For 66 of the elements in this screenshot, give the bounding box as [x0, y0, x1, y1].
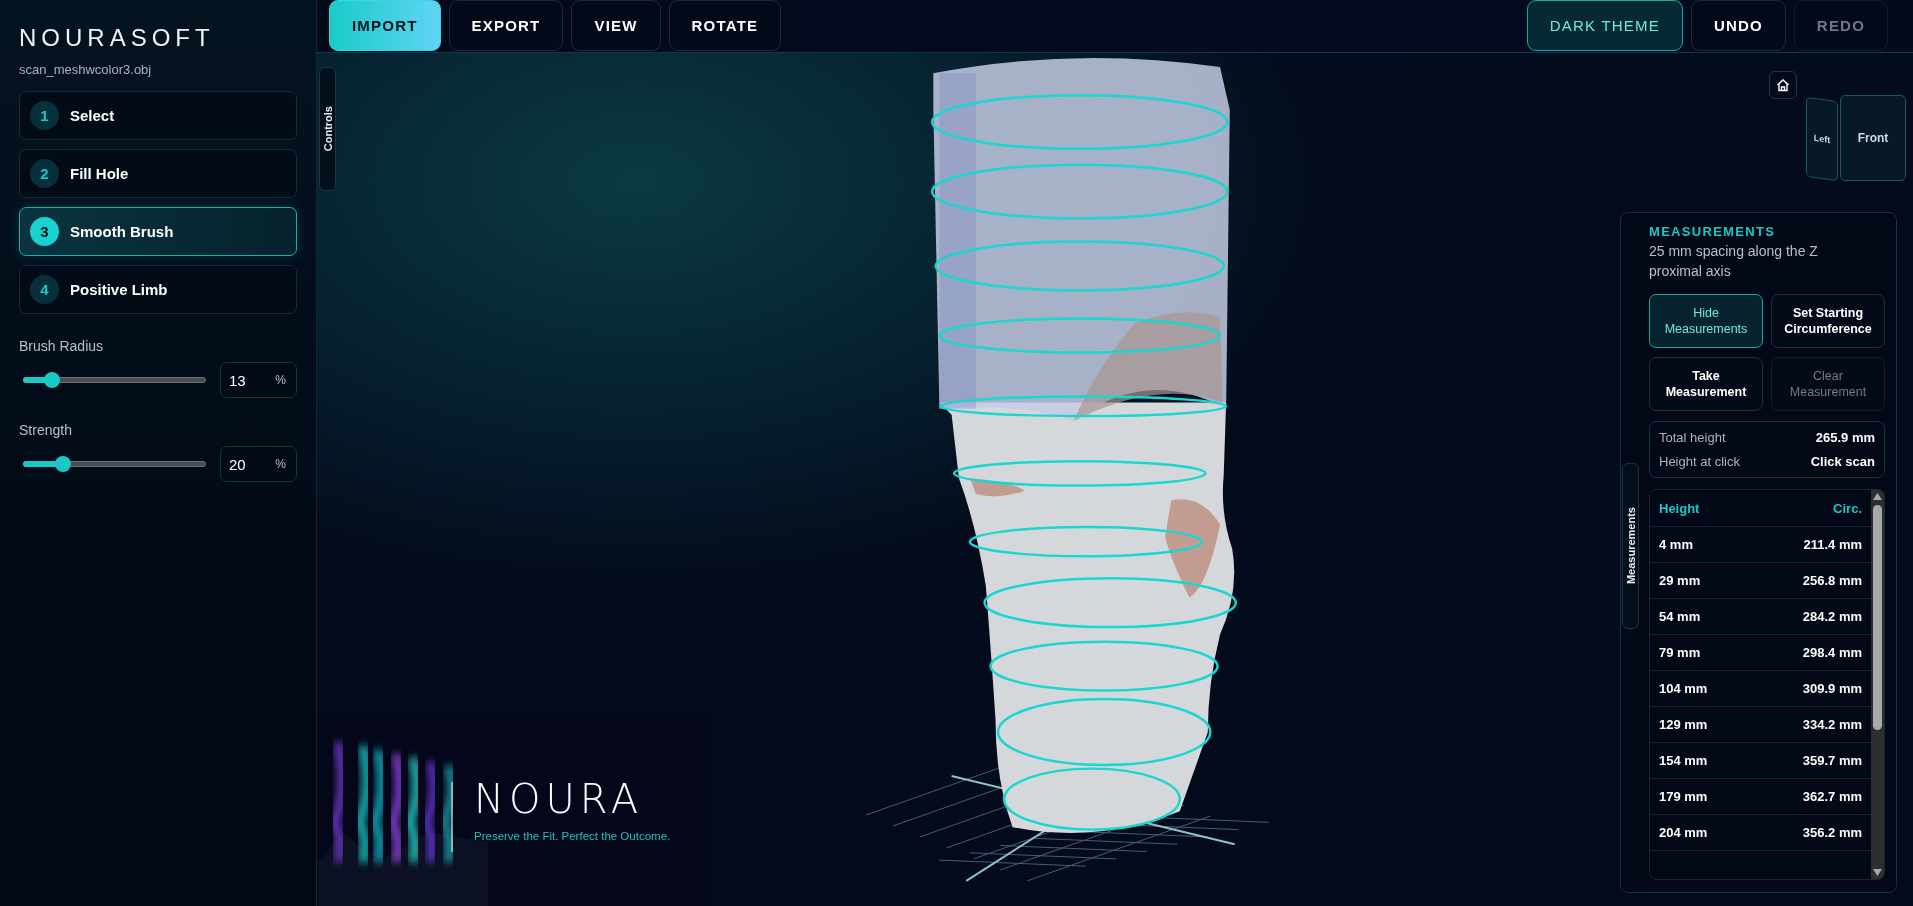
toolbar-button[interactable]: VIEW	[571, 0, 661, 51]
table-cell: 4 mm	[1659, 537, 1693, 552]
step-badge: 2	[30, 159, 59, 188]
tool-button[interactable]: 4 Positive Limb	[19, 265, 297, 314]
table-cell: 104 mm	[1659, 681, 1708, 696]
table-cell: 309.9 mm	[1802, 681, 1862, 696]
table-cell: 356.2 mm	[1802, 825, 1862, 840]
action-button[interactable]: Take Measurement	[1649, 357, 1763, 411]
step-badge: 3	[30, 217, 59, 246]
toolbar-button[interactable]: ROTATE	[668, 0, 782, 51]
table-cell: 211.4 mm	[1803, 537, 1862, 552]
table-cell: 284.2 mm	[1802, 609, 1862, 624]
home-button[interactable]	[1769, 71, 1797, 99]
stat-value: Click scan	[1810, 454, 1875, 469]
table-cell: 79 mm	[1659, 645, 1701, 660]
step-badge: 4	[30, 275, 59, 304]
column-header: Height	[1659, 500, 1700, 516]
scrollbar-thumb[interactable]	[1873, 505, 1882, 730]
tool-button[interactable]: 2 Fill Hole	[19, 149, 297, 198]
table-cell: 179 mm	[1659, 789, 1708, 804]
value-field[interactable]: 20 %	[220, 446, 297, 482]
panel-subtitle: 25 mm spacing along the Z proximal axis	[1649, 242, 1819, 281]
slider-thumb[interactable]	[55, 456, 72, 472]
table-cell: 154 mm	[1659, 753, 1708, 768]
scrollbar[interactable]	[1871, 490, 1884, 879]
column-header: Circ.	[1833, 500, 1862, 516]
table-cell: 298.4 mm	[1802, 645, 1862, 660]
slider-label: Strength	[19, 422, 72, 438]
view-cube-face[interactable]: Front	[1840, 95, 1906, 181]
limb-scan-drawing[interactable]	[930, 58, 1238, 833]
home-icon	[1776, 78, 1790, 92]
table-cell: 204 mm	[1659, 825, 1708, 840]
measurements-tab[interactable]: Measurements	[1622, 463, 1639, 629]
value-field[interactable]: 13 %	[220, 362, 297, 398]
table-cell: 129 mm	[1659, 717, 1708, 732]
stat-label: Total height	[1659, 430, 1726, 445]
scroll-down-icon[interactable]	[1873, 869, 1882, 876]
brand-tagline: Preserve the Fit. Perfect the Outcome.	[474, 830, 671, 842]
file-name: scan_meshwcolor3.obj	[19, 62, 152, 77]
scroll-up-icon[interactable]	[1873, 493, 1882, 500]
slider[interactable]	[23, 372, 206, 388]
table-cell: 359.7 mm	[1802, 753, 1862, 768]
table-cell: 256.8 mm	[1802, 573, 1862, 588]
toolbar-button[interactable]: IMPORT	[329, 0, 441, 51]
action-button[interactable]: Hide Measurements	[1649, 294, 1763, 348]
tool-button[interactable]: 1 Select	[19, 91, 297, 140]
action-button[interactable]: Set Starting Circumference	[1771, 294, 1885, 348]
table-cell: 362.7 mm	[1802, 789, 1862, 804]
controls-tab[interactable]: Controls	[319, 67, 336, 191]
stat-label: Height at click	[1659, 454, 1740, 469]
stat-value: 265.9 mm	[1815, 430, 1875, 445]
table-cell: 334.2 mm	[1802, 717, 1862, 732]
toolbar-button[interactable]: UNDO	[1690, 0, 1786, 51]
slider-label: Brush Radius	[19, 338, 104, 354]
tool-button[interactable]: 3 Smooth Brush	[19, 207, 297, 256]
toolbar-button[interactable]: DARK THEME	[1526, 0, 1683, 51]
slider-thumb[interactable]	[44, 372, 61, 388]
panel-title: MEASUREMENTS	[1649, 224, 1776, 239]
step-badge: 1	[30, 101, 59, 130]
view-cube-face[interactable]: Left	[1806, 96, 1838, 182]
table-cell: 29 mm	[1659, 573, 1701, 588]
app-brand: NOURASOFT	[19, 24, 215, 52]
table-cell: 54 mm	[1659, 609, 1701, 624]
toolbar-button[interactable]: EXPORT	[448, 0, 564, 51]
brand-wordmark: NOURA	[474, 776, 644, 822]
slider[interactable]	[23, 456, 206, 472]
